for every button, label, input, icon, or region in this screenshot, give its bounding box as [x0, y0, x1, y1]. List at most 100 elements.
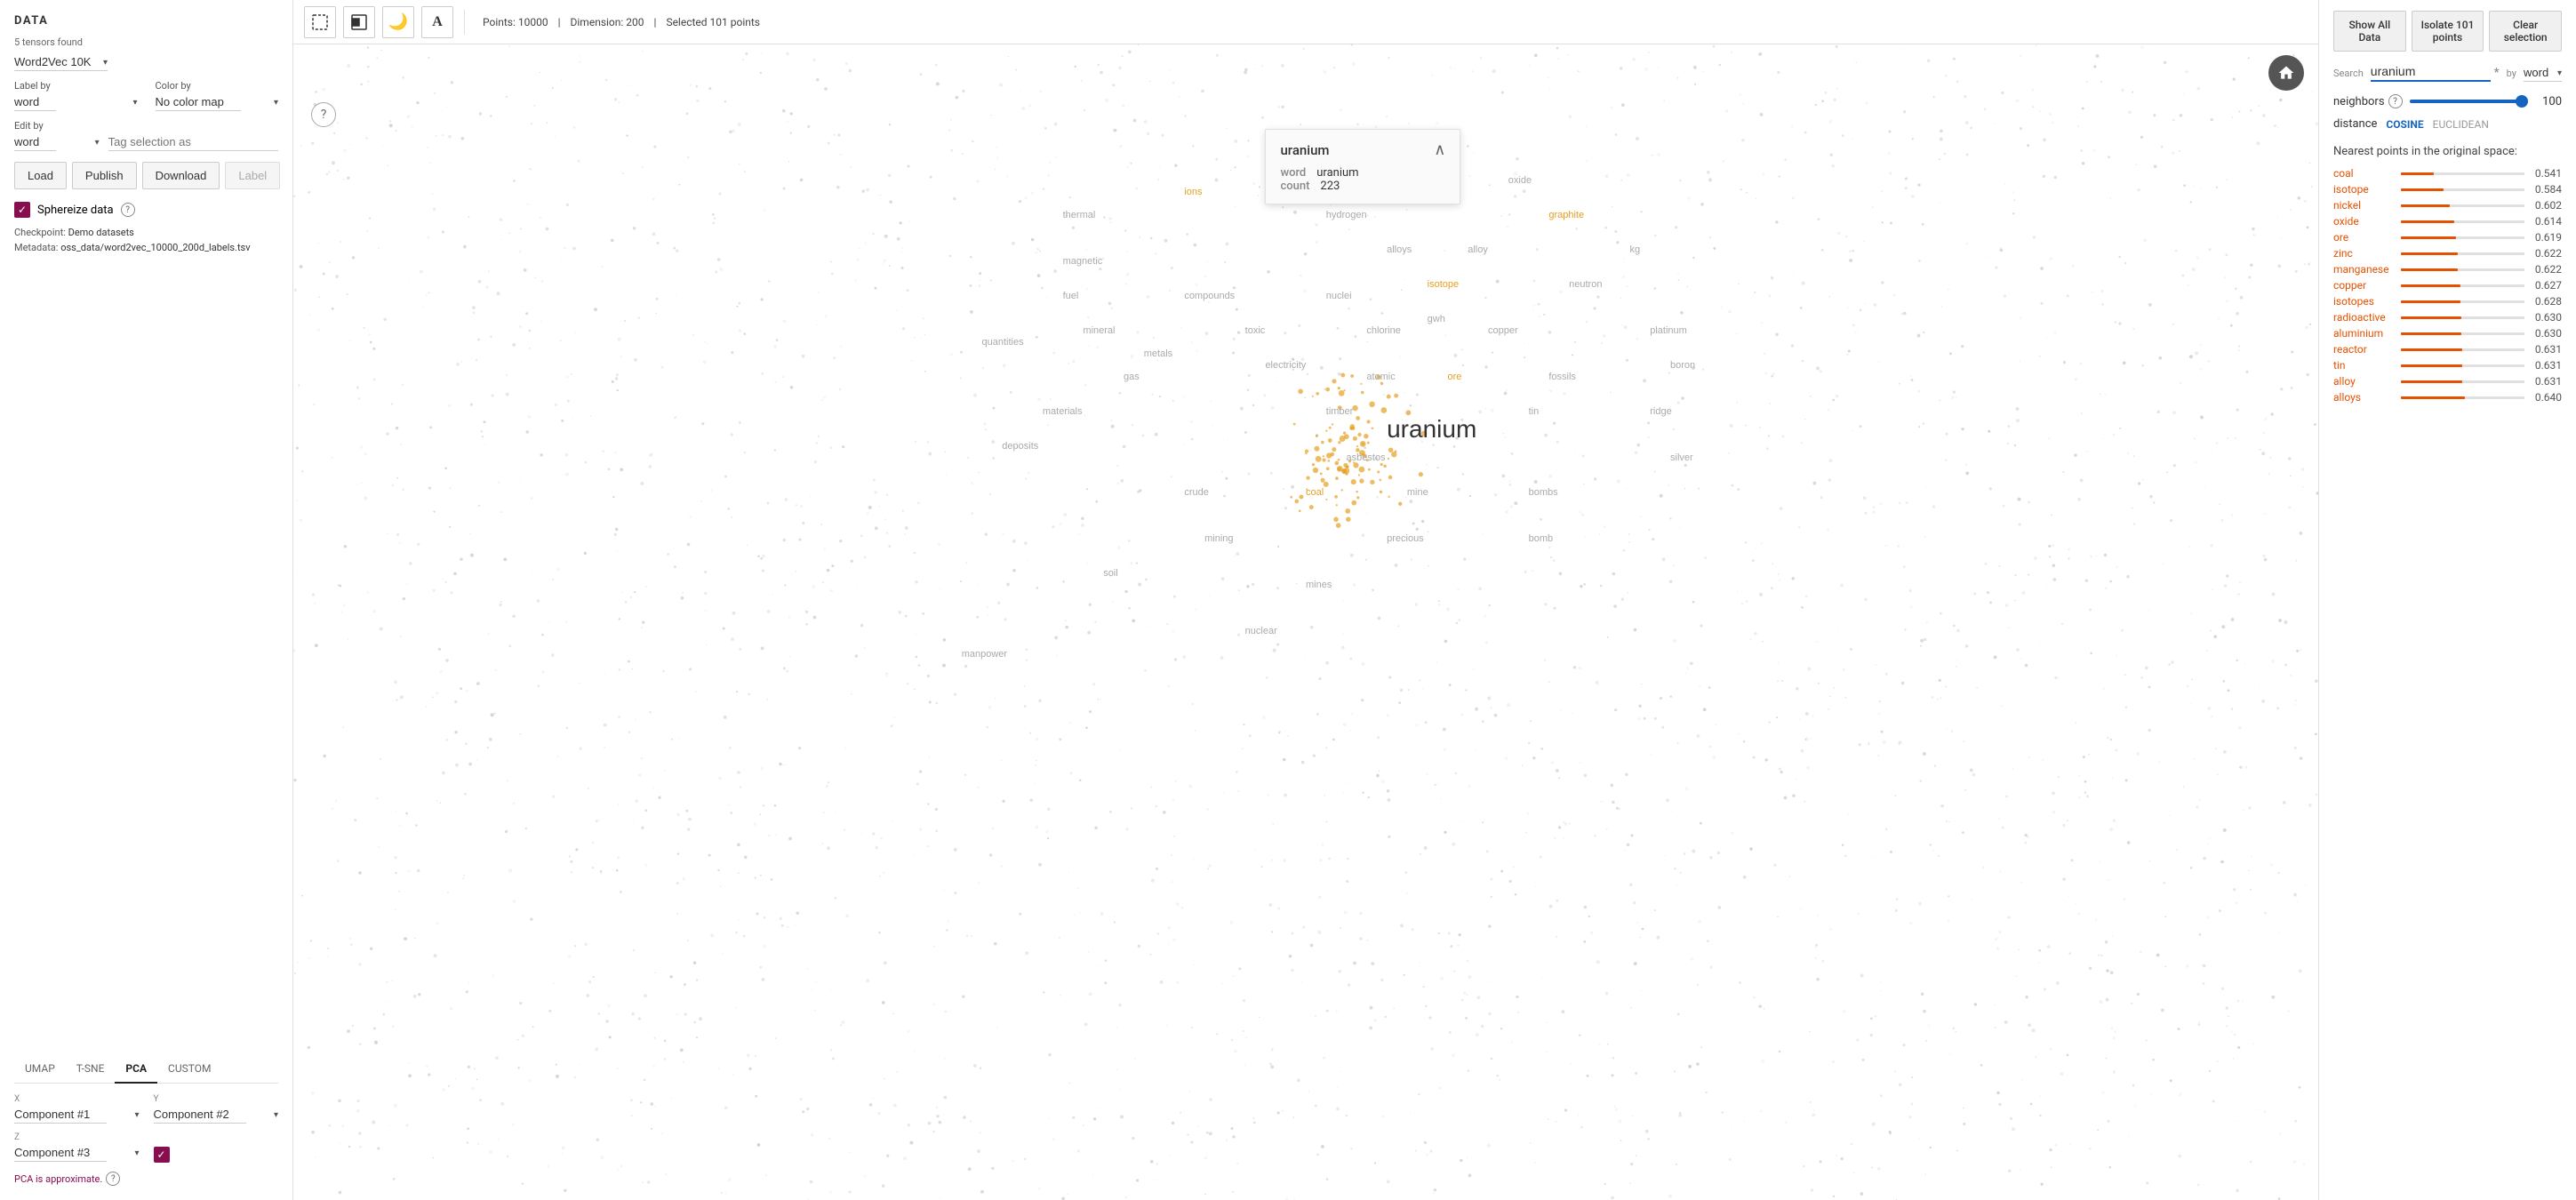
label-tool-button[interactable]: A: [421, 6, 453, 38]
z-select[interactable]: Component #3: [14, 1144, 107, 1162]
help-button[interactable]: ?: [311, 102, 336, 127]
viz-word-label[interactable]: atomic: [1366, 372, 1396, 382]
nearest-item-name[interactable]: alloy: [2333, 375, 2396, 388]
viz-word-label[interactable]: silver: [1670, 452, 1693, 463]
nearest-item-name[interactable]: oxide: [2333, 215, 2396, 228]
night-mode-button[interactable]: 🌙: [382, 6, 414, 38]
publish-button[interactable]: Publish: [72, 162, 137, 189]
select-all-tool-button[interactable]: [343, 6, 375, 38]
z-checkbox[interactable]: [154, 1147, 170, 1163]
tab-umap[interactable]: UMAP: [14, 1055, 66, 1084]
by-select-wrapper[interactable]: word label ▾: [2524, 64, 2562, 82]
viz-word-label[interactable]: timber: [1326, 406, 1354, 417]
viz-word-label[interactable]: magnetic: [1063, 256, 1103, 267]
label-by-select[interactable]: word: [14, 93, 56, 111]
viz-word-label[interactable]: mine: [1407, 487, 1428, 498]
viz-word-label[interactable]: copper: [1488, 325, 1518, 336]
viz-word-label[interactable]: precious: [1387, 533, 1424, 544]
canvas-area[interactable]: ? ions oxide thermal hydrogen graphite magnet…: [293, 44, 2318, 1200]
pca-help-icon[interactable]: ?: [106, 1172, 120, 1186]
nearest-item-name[interactable]: nickel: [2333, 199, 2396, 212]
viz-word-label[interactable]: nuclei: [1326, 291, 1352, 301]
distance-euclidean-option[interactable]: EUCLIDEAN: [2433, 118, 2489, 131]
nearest-item-name[interactable]: reactor: [2333, 343, 2396, 356]
viz-word-label[interactable]: isotope: [1428, 279, 1459, 290]
viz-word-label[interactable]: ions: [1184, 187, 1203, 197]
viz-word-label[interactable]: bomb: [1529, 533, 1554, 544]
show-all-button[interactable]: Show All Data: [2333, 11, 2406, 52]
viz-word-label[interactable]: fuel: [1063, 291, 1079, 301]
nearest-item-name[interactable]: radioactive: [2333, 311, 2396, 324]
nearest-item-name[interactable]: aluminium: [2333, 327, 2396, 340]
viz-word-label[interactable]: uranium: [1387, 415, 1476, 443]
viz-word-label[interactable]: nuclear: [1245, 626, 1277, 636]
viz-word-label[interactable]: platinum: [1650, 325, 1687, 336]
dataset-select[interactable]: Word2Vec 10K: [14, 53, 108, 71]
tab-pca[interactable]: PCA: [115, 1055, 157, 1084]
nearest-item-name[interactable]: isotope: [2333, 183, 2396, 196]
viz-word-label[interactable]: ore: [1447, 372, 1461, 382]
nearest-item-name[interactable]: zinc: [2333, 247, 2396, 260]
viz-word-label[interactable]: gas: [1124, 372, 1140, 382]
viz-word-label[interactable]: mines: [1306, 580, 1332, 590]
viz-word-label[interactable]: manpower: [962, 649, 1008, 660]
tag-selection-input[interactable]: [108, 135, 278, 151]
viz-word-label[interactable]: mineral: [1083, 325, 1115, 336]
z-select-wrapper[interactable]: Component #3 ▾: [14, 1144, 140, 1162]
viz-word-label[interactable]: crude: [1184, 487, 1209, 498]
download-button[interactable]: Download: [142, 162, 220, 189]
by-select[interactable]: word label: [2524, 64, 2562, 82]
x-select[interactable]: Component #1: [14, 1106, 107, 1124]
viz-word-label[interactable]: chlorine: [1366, 325, 1401, 336]
viz-word-label[interactable]: bombs: [1529, 487, 1559, 498]
viz-word-label[interactable]: oxide: [1508, 175, 1532, 186]
point-cloud-svg[interactable]: ions oxide thermal hydrogen graphite magnetic…: [293, 44, 2318, 1200]
viz-word-label[interactable]: graphite: [1548, 210, 1584, 220]
clear-selection-button[interactable]: Clear selection: [2489, 11, 2562, 52]
viz-word-label[interactable]: mining: [1204, 533, 1233, 544]
viz-word-label[interactable]: neutron: [1569, 279, 1602, 290]
home-button[interactable]: [2268, 55, 2304, 91]
y-select-wrapper[interactable]: Component #2 ▾: [154, 1106, 279, 1124]
sphereize-checkbox[interactable]: [14, 202, 30, 218]
sphereize-help-icon[interactable]: ?: [121, 203, 135, 217]
tab-custom[interactable]: CUSTOM: [157, 1055, 221, 1084]
viz-word-label[interactable]: electricity: [1265, 360, 1306, 371]
tooltip-close-button[interactable]: ∧: [1434, 140, 1445, 159]
viz-word-label[interactable]: compounds: [1184, 291, 1235, 301]
tab-tsne[interactable]: T-SNE: [66, 1055, 116, 1084]
nearest-item-name[interactable]: alloys: [2333, 391, 2396, 404]
x-select-wrapper[interactable]: Component #1 ▾: [14, 1106, 140, 1124]
selection-tool-button[interactable]: [304, 6, 336, 38]
dataset-select-wrapper[interactable]: Word2Vec 10K ▾: [14, 53, 108, 71]
neighbors-slider-thumb[interactable]: [2516, 95, 2528, 108]
viz-word-label[interactable]: tin: [1529, 406, 1540, 417]
viz-word-label[interactable]: alloys: [1387, 244, 1412, 255]
isolate-button[interactable]: Isolate 101 points: [2412, 11, 2484, 52]
nearest-item-name[interactable]: ore: [2333, 231, 2396, 244]
nearest-item-name[interactable]: isotopes: [2333, 295, 2396, 308]
viz-word-label[interactable]: gwh: [1428, 314, 1445, 324]
nearest-item-name[interactable]: tin: [2333, 359, 2396, 372]
viz-word-label[interactable]: asbestos: [1347, 452, 1387, 463]
y-select[interactable]: Component #2: [154, 1106, 246, 1124]
viz-word-label[interactable]: quantities: [982, 337, 1025, 348]
viz-word-label[interactable]: toxic: [1245, 325, 1266, 336]
distance-cosine-option[interactable]: COSINE: [2386, 118, 2423, 131]
color-by-select-wrapper[interactable]: No color map ▾: [156, 93, 279, 111]
viz-word-label[interactable]: coal: [1306, 487, 1324, 498]
viz-word-label[interactable]: alloy: [1468, 244, 1488, 255]
viz-word-label[interactable]: fossils: [1548, 372, 1576, 382]
neighbors-slider-track[interactable]: [2410, 100, 2528, 103]
color-by-select[interactable]: No color map: [156, 93, 241, 111]
nearest-item-name[interactable]: manganese: [2333, 263, 2396, 276]
viz-word-label[interactable]: hydrogen: [1326, 210, 1367, 220]
viz-word-label[interactable]: ridge: [1650, 406, 1671, 417]
viz-word-label[interactable]: thermal: [1063, 210, 1096, 220]
edit-by-select[interactable]: word: [14, 133, 56, 151]
viz-word-label[interactable]: deposits: [1002, 441, 1038, 452]
search-input[interactable]: [2371, 64, 2491, 82]
neighbors-help-icon[interactable]: ?: [2388, 94, 2403, 108]
nearest-item-name[interactable]: coal: [2333, 167, 2396, 180]
label-by-select-wrapper[interactable]: word ▾: [14, 93, 138, 111]
